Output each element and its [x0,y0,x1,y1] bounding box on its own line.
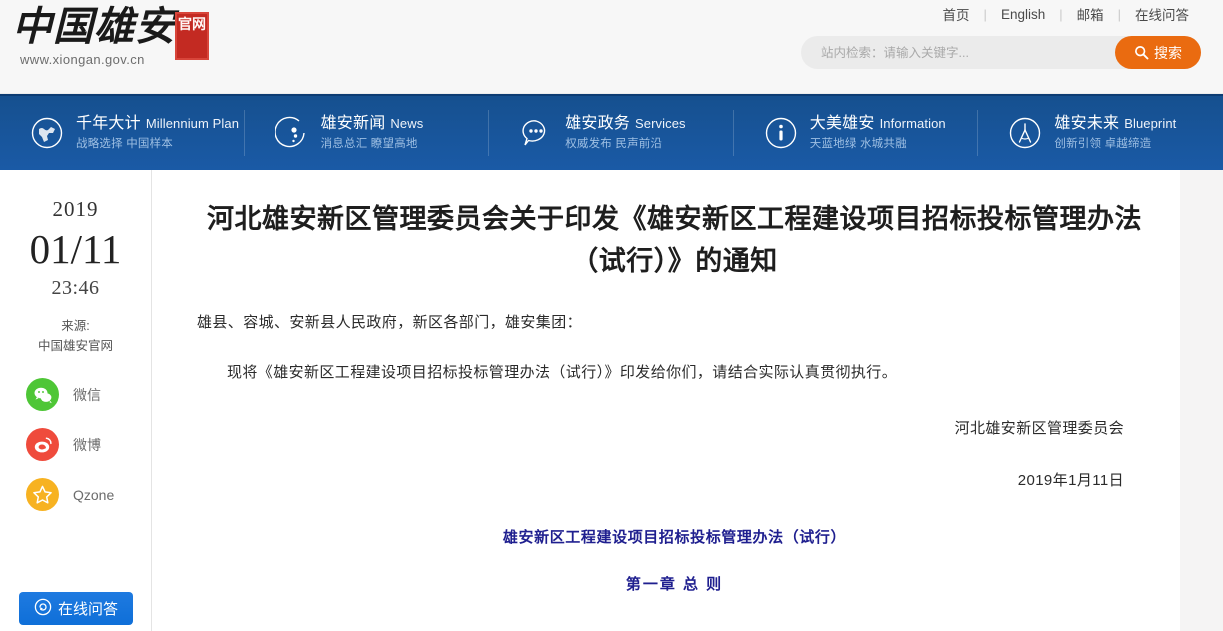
nav-subtitle: 创新引领 卓越缔造 [1054,138,1152,151]
source-name: 中国雄安官网 [37,339,113,353]
nav-title-en: News [390,115,424,131]
share-qzone[interactable]: Qzone [0,478,151,511]
orbit-icon [274,116,309,150]
publish-year: 2019 [52,197,99,221]
article-body: 河北雄安新区管理委员会关于印发《雄安新区工程建设项目招标投标管理办法（试行）》的… [152,170,1180,631]
nav-subtitle: 战略选择 中国样本 [76,138,173,151]
search-icon [1134,45,1149,60]
chat-icon [519,116,553,150]
nav-title-row: 雄安新闻 News [321,115,424,133]
share-list: 微信 微博 Qzone [0,378,151,511]
nav-title-en: Information [879,115,946,131]
main-navigation: 千年大计 Millennium Plan 战略选择 中国样本 雄安新闻 News 消… [0,94,1223,170]
qzone-icon [26,478,59,511]
article-sidebar: 2019 01/11 23:46 来源: 中国雄安官网 微信 微博 Qzone … [0,170,152,631]
official-seal-icon: 官网 [175,12,209,60]
nav-title-en: Services [635,115,686,131]
publish-date: 01/11 [29,226,122,272]
nav-subtitle: 消息总汇 瞭望高地 [320,138,418,151]
article-paragraph: 现将《雄安新区工程建设项目招标投标管理办法（试行）》印发给你们，请结合实际认真贯… [227,364,898,381]
nav-title-row: 千年大计 Millennium Plan [76,115,239,133]
nav-title-en: Blueprint [1124,115,1177,131]
search-input[interactable] [801,45,1115,60]
article-recipients: 雄县、容城、安新县人民政府，新区各部门，雄安集团： [197,314,583,331]
search-button-label: 搜索 [1154,44,1182,61]
source-label: 来源: [61,319,90,333]
headset-icon [34,598,52,620]
document-subtitle: 雄安新区工程建设项目招标投标管理办法（试行） [502,529,847,546]
top-link-online-qa[interactable]: 在线问答 [1121,4,1203,24]
nav-item-information[interactable]: 大美雄安 Information 天蓝地绿 水城共融 [734,96,979,170]
nav-item-services[interactable]: 雄安政务 Services 权威发布 民声前沿 [489,96,734,170]
nav-item-blueprint[interactable]: 雄安未来 Blueprint 创新引领 卓越缔造 [978,96,1223,170]
site-logo[interactable]: 中国雄安 www.xiongan.gov.cn 官网 [10,4,340,82]
page-root: 中国雄安 www.xiongan.gov.cn 官网 首页 | English … [0,0,1223,631]
online-qa-label: 在线问答 [57,601,118,618]
document-chapter-heading: 第一章 总 则 [625,576,724,593]
nav-title-cn: 雄安政务 [565,114,630,132]
globe-icon [30,116,64,150]
nav-item-news[interactable]: 雄安新闻 News 消息总汇 瞭望高地 [245,96,490,170]
publish-time: 23:46 [51,277,100,299]
online-qa-button[interactable]: 在线问答 [19,592,133,625]
nav-title-row: 雄安未来 Blueprint [1054,115,1176,133]
nav-title-row: 大美雄安 Information [810,115,946,133]
nav-texts: 雄安未来 Blueprint 创新引领 卓越缔造 [1054,115,1176,152]
wechat-icon [26,378,59,411]
page-title: 河北雄安新区管理委员会关于印发《雄安新区工程建设项目招标投标管理办法（试行）》的… [207,204,1142,276]
search-button[interactable]: 搜索 [1115,36,1201,69]
nav-subtitle: 天蓝地绿 水城共融 [809,138,907,151]
search-bar: 搜索 [801,36,1201,69]
nav-subtitle: 权威发布 民声前沿 [565,138,663,151]
top-link-mail[interactable]: 邮箱 [1063,4,1118,24]
top-links: 首页 | English | 邮箱 | 在线问答 [929,4,1203,24]
content-panel: 2019 01/11 23:46 来源: 中国雄安官网 微信 微博 Qzone … [0,170,1180,631]
nav-title-row: 雄安政务 Services [565,115,685,133]
site-header: 中国雄安 www.xiongan.gov.cn 官网 首页 | English … [0,0,1223,94]
nav-texts: 大美雄安 Information 天蓝地绿 水城共融 [810,115,946,152]
nav-texts: 雄安政务 Services 权威发布 民声前沿 [565,115,685,152]
nav-texts: 千年大计 Millennium Plan 战略选择 中国样本 [76,115,239,152]
content-area: 2019 01/11 23:46 来源: 中国雄安官网 微信 微博 Qzone … [0,170,1223,631]
share-label: 微博 [73,436,101,453]
info-icon [764,116,798,150]
article-signature: 河北雄安新区管理委员会 [954,420,1124,437]
share-label: Qzone [73,486,115,503]
nav-item-millennium-plan[interactable]: 千年大计 Millennium Plan 战略选择 中国样本 [0,96,245,170]
nav-title-cn: 大美雄安 [809,114,875,132]
article-source: 来源: 中国雄安官网 [0,316,151,356]
nav-title-en: Millennium Plan [145,115,240,131]
weibo-icon [26,428,59,461]
share-label: 微信 [73,386,101,403]
top-link-english[interactable]: English [987,7,1059,22]
share-wechat[interactable]: 微信 [0,378,151,411]
nav-title-cn: 千年大计 [76,114,141,132]
nav-title-cn: 雄安未来 [1054,114,1120,132]
compass-icon [1008,116,1042,150]
share-weibo[interactable]: 微博 [0,428,151,461]
nav-title-cn: 雄安新闻 [320,114,386,132]
article-sign-date: 2019年1月11日 [1017,472,1124,489]
nav-texts: 雄安新闻 News 消息总汇 瞭望高地 [321,115,424,152]
top-link-home[interactable]: 首页 [929,4,984,24]
